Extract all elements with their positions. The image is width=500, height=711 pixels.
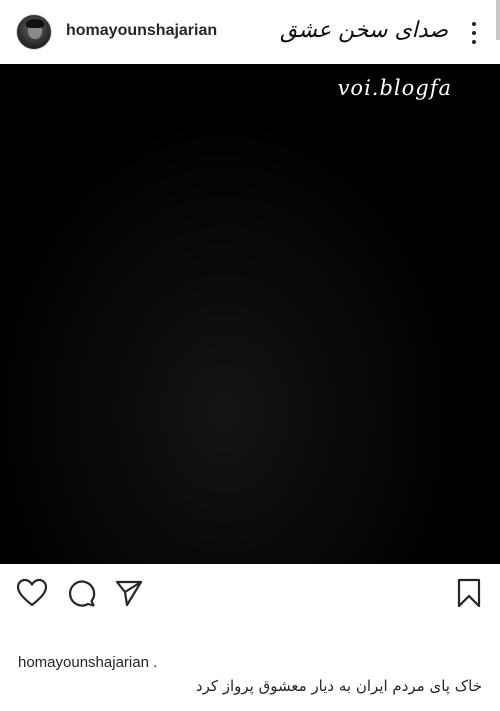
action-bar [0,564,500,624]
avatar[interactable] [16,14,52,50]
avatar-hair [26,19,44,28]
caption-text: خاک پای مردم ایران به دیار معشوق پرواز ک… [195,677,482,695]
header-watermark: صدای سخن عشق [279,18,448,43]
caption-username[interactable]: homayounshajarian . [18,654,482,671]
heart-icon[interactable] [16,578,48,608]
scrollbar[interactable] [496,0,500,40]
share-icon[interactable] [114,578,144,608]
post-image[interactable]: voi.blogfa [0,64,500,564]
comment-icon[interactable] [66,578,96,608]
more-options-icon[interactable] [470,22,478,44]
bookmark-icon[interactable] [456,578,482,608]
image-watermark: voi.blogfa [337,76,452,100]
post-caption: homayounshajarian . خاک پای مردم ایران ب… [18,654,482,695]
post-username[interactable]: homayounshajarian [66,22,217,40]
post-header: homayounshajarian صدای سخن عشق [0,0,500,64]
